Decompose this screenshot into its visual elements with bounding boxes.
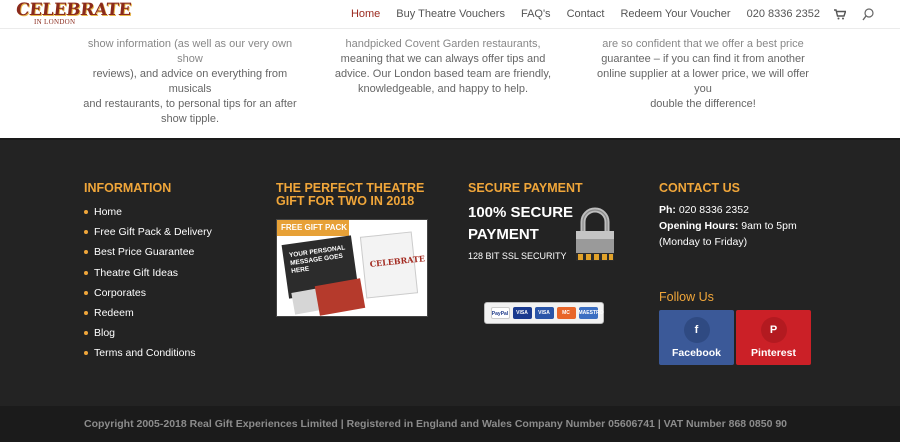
cart-icon[interactable] xyxy=(834,9,847,20)
feature-3-line-2: guarantee – if you can find it from anot… xyxy=(601,53,805,65)
feature-1-line-2: reviews), and advice on everything from … xyxy=(92,68,288,95)
bullet-icon xyxy=(84,210,88,214)
feature-1-line-1: show information (as well as our very ow… xyxy=(87,38,293,65)
feature-3-line-4: double the difference! xyxy=(650,98,756,110)
facebook-icon: f xyxy=(683,317,710,343)
bullet-icon xyxy=(84,351,88,356)
footer-gift: THE PERFECT THEATRE GIFT FOR TWO IN 2018… xyxy=(276,182,436,317)
social-buttons: f Facebook P Pinterest xyxy=(659,310,829,366)
pinterest-icon: P xyxy=(760,317,787,343)
contact-details: Ph: 020 8336 2352 Opening Hours: 9am to … xyxy=(659,202,829,250)
features-section: show information (as well as our very ow… xyxy=(0,28,900,138)
contact-hours: Opening Hours: 9am to 5pm xyxy=(659,218,829,234)
facebook-label: Facebook xyxy=(671,347,721,359)
site-header: CELEBRATE IN LONDON Home Buy Theatre Vou… xyxy=(0,0,900,28)
contact-phone[interactable]: Ph: 020 8336 2352 xyxy=(659,202,829,218)
footer-link-label: Free Gift Pack & Delivery xyxy=(94,226,212,239)
payment-cards-badge: PayPal VISA VISA MC MAESTRO xyxy=(484,302,604,324)
footer-link-redeem[interactable]: Redeem xyxy=(84,303,212,323)
nav-redeem[interactable]: Redeem Your Voucher xyxy=(620,8,730,20)
feature-text-1: show information (as well as our very ow… xyxy=(80,37,300,127)
follow-us-heading: Follow Us xyxy=(659,290,714,304)
footer-link-label: Home xyxy=(94,206,123,218)
footer-link-label: Theatre Gift Ideas xyxy=(94,266,179,279)
information-heading: INFORMATION xyxy=(84,181,172,195)
footer-link-label: Best Price Guarantee xyxy=(94,246,195,259)
bullet-icon xyxy=(84,331,88,336)
feature-2-line-3: advice. Our London based team are friend… xyxy=(334,68,552,80)
footer-information: INFORMATION Home Free Gift Pack & Delive… xyxy=(84,182,212,364)
footer-contact: CONTACT US Ph: 020 8336 2352 Opening Hou… xyxy=(659,182,829,366)
nav-buy-vouchers[interactable]: Buy Theatre Vouchers xyxy=(396,8,505,20)
nav-home[interactable]: Home xyxy=(351,8,380,20)
logo-sub-text: IN LONDON xyxy=(34,18,76,26)
bullet-icon xyxy=(84,311,88,316)
feature-2-line-1: handpicked Covent Garden restaurants, xyxy=(345,38,541,50)
hours-value: 9am to 5pm xyxy=(741,220,797,232)
information-list: Home Free Gift Pack & Delivery Best Pric… xyxy=(84,202,212,364)
main-nav: Home Buy Theatre Vouchers FAQ's Contact … xyxy=(335,8,874,21)
feature-text-2: handpicked Covent Garden restaurants, me… xyxy=(333,37,553,97)
site-logo[interactable]: CELEBRATE IN LONDON xyxy=(15,0,132,26)
footer-link-blog[interactable]: Blog xyxy=(84,323,212,343)
site-footer: INFORMATION Home Free Gift Pack & Delive… xyxy=(0,138,900,406)
copyright-text: Copyright 2005-2018 Real Gift Experience… xyxy=(84,418,788,430)
search-icon[interactable] xyxy=(862,8,874,21)
footer-link-best-price[interactable]: Best Price Guarantee xyxy=(84,242,212,262)
paypal-icon: PayPal xyxy=(490,307,510,319)
visa-debit-icon: VISA xyxy=(534,307,554,319)
payment-heading: SECURE PAYMENT xyxy=(468,181,583,195)
facebook-button[interactable]: f Facebook xyxy=(659,310,734,365)
footer-link-label: Blog xyxy=(94,327,116,340)
bullet-icon xyxy=(84,290,88,295)
feature-2-line-4: knowledgeable, and happy to help. xyxy=(357,83,529,95)
nav-faqs[interactable]: FAQ's xyxy=(521,8,551,20)
footer-link-free-gift-pack[interactable]: Free Gift Pack & Delivery xyxy=(84,222,212,242)
footer-payment: SECURE PAYMENT 100% SECURE PAYMENT 128 B… xyxy=(468,181,628,324)
footer-link-label: Corporates xyxy=(94,286,146,299)
pinterest-button[interactable]: P Pinterest xyxy=(736,310,811,365)
gift-pack-image[interactable]: FREE GIFT PACK CELEBRATE YOUR PERSONAL M… xyxy=(276,219,428,317)
feature-1-line-3: and restaurants, to personal tips for an… xyxy=(83,98,297,110)
footer-link-label: Redeem xyxy=(94,307,134,320)
bullet-icon xyxy=(84,270,88,275)
footer-link-gift-ideas[interactable]: Theatre Gift Ideas xyxy=(84,263,212,283)
padlock-icon xyxy=(574,206,616,264)
feature-text-3: are so confident that we offer a best pr… xyxy=(587,37,819,112)
hours-label: Opening Hours: xyxy=(659,220,739,232)
footer-link-terms[interactable]: Terms and Conditions xyxy=(84,343,212,363)
mastercard-icon: MC xyxy=(556,307,576,319)
gift-heading-line-2: GIFT FOR TWO IN 2018 xyxy=(276,194,415,208)
feature-3-line-1: are so confident that we offer a best pr… xyxy=(602,38,804,50)
gift-card-light: CELEBRATE xyxy=(359,231,425,299)
contact-heading: CONTACT US xyxy=(659,181,741,195)
feature-3-line-3: online supplier at a lower price, we wil… xyxy=(597,68,809,95)
feature-2-line-2: meaning that we can always offer tips an… xyxy=(340,53,546,65)
gift-ribbon: FREE GIFT PACK xyxy=(277,220,349,236)
contact-hours-note: (Monday to Friday) xyxy=(659,236,748,248)
footer-link-home[interactable]: Home xyxy=(84,202,212,222)
maestro-icon: MAESTRO xyxy=(578,307,604,319)
pinterest-label: Pinterest xyxy=(751,347,796,359)
visa-icon: VISA xyxy=(512,307,532,319)
gift-ticket-red xyxy=(314,278,366,316)
nav-contact[interactable]: Contact xyxy=(567,8,605,20)
phone-value: 020 8336 2352 xyxy=(678,204,749,216)
footer-link-label: Terms and Conditions xyxy=(94,347,196,360)
bullet-icon xyxy=(84,230,88,235)
nav-phone[interactable]: 020 8336 2352 xyxy=(747,8,820,20)
phone-label: Ph: xyxy=(659,204,676,216)
copyright-bar: Copyright 2005-2018 Real Gift Experience… xyxy=(0,406,900,442)
gift-card-logo: CELEBRATE xyxy=(369,253,426,269)
feature-1-line-4: show tipple. xyxy=(160,113,220,125)
bullet-icon xyxy=(84,250,88,255)
logo-main-text: CELEBRATE xyxy=(14,0,133,20)
footer-link-corporates[interactable]: Corporates xyxy=(84,283,212,303)
